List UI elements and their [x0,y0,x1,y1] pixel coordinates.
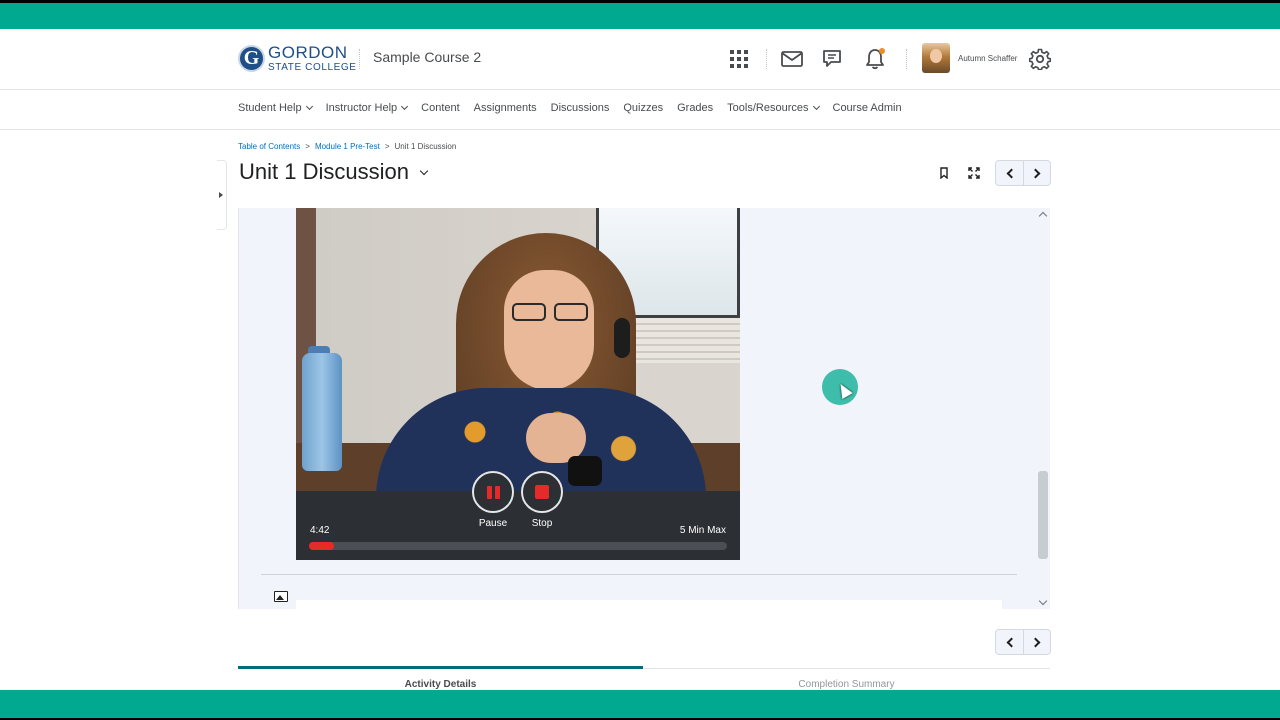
breadcrumb-link-toc[interactable]: Table of Contents [238,142,300,151]
nav-item-label: Content [421,102,460,114]
toc-panel-toggle[interactable] [217,160,227,230]
college-logo[interactable]: G GORDON STATE COLLEGE [238,44,357,73]
logo-badge: G [238,45,265,72]
nav-item-label: Discussions [550,102,610,114]
chat-icon[interactable] [820,46,846,72]
waffle-icon[interactable] [726,46,752,72]
previous-topic-button[interactable] [996,630,1023,654]
stop-icon [535,485,549,499]
chevron-down-icon[interactable] [419,166,429,175]
nav-item-instructor-help[interactable]: Instructor Help [325,102,409,114]
page-title[interactable]: Unit 1 Discussion [239,159,429,185]
nav-item-label: Grades [677,102,714,114]
stop-button[interactable] [521,471,563,513]
nav-item-label: Tools/Resources [727,102,809,114]
bookmark-icon[interactable] [935,164,953,182]
previous-topic-button[interactable] [996,161,1023,185]
gear-icon[interactable] [1027,46,1053,72]
stop-label: Stop [531,518,553,529]
bell-icon[interactable] [862,46,888,72]
nav-item-assignments[interactable]: Assignments [474,102,537,114]
breadcrumb-separator: > [305,142,310,151]
recording-progress-track [309,542,727,550]
course-navbar: Student Help Instructor Help Content Assign… [0,90,1280,130]
user-name[interactable]: Autumn Schaffer [958,54,1017,63]
course-title[interactable]: Sample Course 2 [373,49,481,65]
pause-icon [486,485,500,499]
chevron-left-icon [1006,637,1016,647]
topic-nav-buttons [995,160,1051,186]
logo-main-text: GORDON [268,43,348,62]
tab-completion-summary[interactable]: Completion Summary [643,668,1050,692]
nav-item-content[interactable]: Content [421,102,460,114]
header-divider [906,49,907,69]
nav-item-quizzes[interactable]: Quizzes [623,102,663,114]
top-accent-bar [0,0,1280,29]
video-recorder: Pause Stop 4:42 5 Min Max [296,208,740,560]
chevron-down-icon [401,102,409,111]
mail-icon[interactable] [779,46,805,72]
scroll-up-icon[interactable] [1038,211,1048,221]
tab-activity-details[interactable]: Activity Details [238,666,643,690]
breadcrumb-current: Unit 1 Discussion [394,142,457,151]
post-editor-field[interactable] [296,600,1002,609]
elapsed-time: 4:42 [310,525,330,536]
nav-item-label: Course Admin [832,102,902,114]
chevron-right-icon [1030,168,1041,178]
topic-nav-buttons-bottom [995,629,1051,655]
logo-sub-text: STATE COLLEGE [268,62,357,73]
header-divider [766,49,767,69]
chevron-down-icon [812,102,820,111]
nav-item-label: Student Help [238,102,302,114]
nav-item-label: Assignments [473,102,537,114]
webcam-preview [296,208,740,491]
recording-progress-fill [309,542,335,550]
nav-item-grades[interactable]: Grades [677,102,713,114]
chevron-down-icon [305,102,313,111]
breadcrumb-link-module[interactable]: Module 1 Pre-Test [315,142,380,151]
nav-item-label: Instructor Help [325,102,398,114]
pause-button[interactable] [472,471,514,513]
activity-tabs: Activity Details Completion Summary [238,666,1050,690]
page-title-text: Unit 1 Discussion [239,159,409,184]
nav-item-course-admin[interactable]: Course Admin [833,102,902,114]
scrollbar-thumb[interactable] [1038,471,1048,559]
insert-image-icon[interactable] [274,591,288,602]
nav-item-tools-resources[interactable]: Tools/Resources [727,102,820,114]
fullscreen-icon[interactable] [965,164,983,182]
content-scrollbar[interactable] [1036,208,1050,609]
nav-item-label: Quizzes [623,102,664,114]
editor-divider [261,574,1017,575]
next-topic-button[interactable] [1023,630,1050,654]
breadcrumb: Table of Contents > Module 1 Pre-Test > … [238,142,456,151]
next-topic-button[interactable] [1023,161,1050,185]
scroll-down-icon[interactable] [1038,596,1048,606]
chevron-right-icon [1030,637,1041,647]
chevron-left-icon [1006,168,1016,178]
nav-item-student-help[interactable]: Student Help [238,102,313,114]
header-divider [359,49,360,69]
breadcrumb-separator: > [384,142,390,151]
header: G GORDON STATE COLLEGE Sample Course 2 A… [0,29,1280,90]
avatar[interactable] [922,43,950,73]
notification-dot [879,48,885,54]
max-duration-label: 5 Min Max [679,525,726,536]
navbar-items: Student Help Instructor Help Content Assign… [238,102,916,114]
content-frame: Pause Stop 4:42 5 Min Max [238,208,1050,609]
nav-item-discussions[interactable]: Discussions [551,102,610,114]
bottom-accent-bar [0,690,1280,720]
